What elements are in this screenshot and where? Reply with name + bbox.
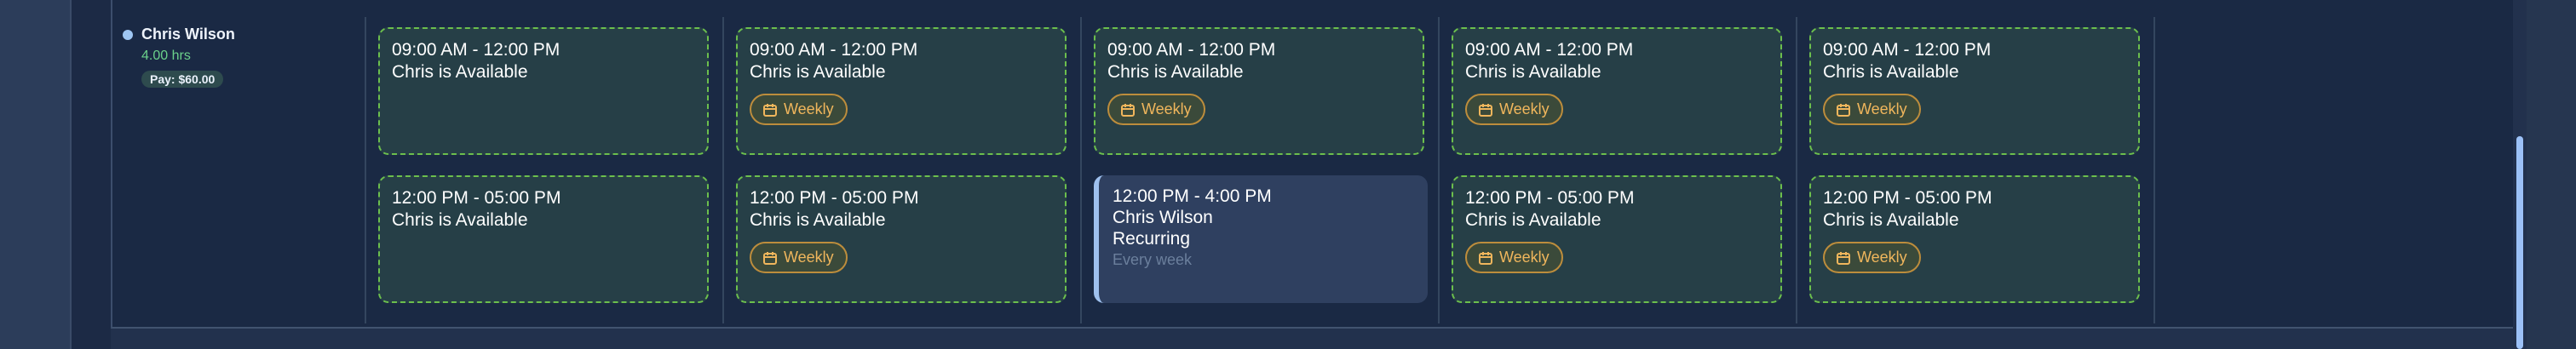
weekly-badge-label: Weekly [1857, 249, 1907, 266]
weekly-badge-label: Weekly [784, 249, 834, 266]
weekly-badge: Weekly [1107, 94, 1205, 125]
calendar-icon [1121, 103, 1135, 117]
staff-info: Chris Wilson 4.00 hrs Pay: $60.00 [123, 26, 353, 88]
availability-card[interactable]: 12:00 PM - 05:00 PM Chris is Available W… [1809, 175, 2140, 303]
column-divider [2153, 17, 2155, 323]
scrollbar-thumb[interactable] [2516, 136, 2523, 349]
availability-label: Chris is Available [1823, 210, 1959, 230]
availability-label: Chris is Available [1823, 62, 1959, 82]
availability-time: 12:00 PM - 05:00 PM [750, 188, 919, 208]
shift-recurrence: Every week [1113, 251, 1193, 268]
weekly-badge: Weekly [750, 242, 848, 273]
right-edge [2527, 0, 2576, 349]
weekly-badge-label: Weekly [1141, 100, 1192, 117]
weekly-badge-label: Weekly [1499, 100, 1550, 117]
calendar-icon [763, 251, 777, 265]
weekly-badge: Weekly [1823, 94, 1921, 125]
availability-card[interactable]: 09:00 AM - 12:00 PM Chris is Available [378, 27, 709, 155]
column-divider [365, 17, 366, 323]
availability-label: Chris is Available [392, 62, 528, 82]
column-divider [1796, 17, 1797, 323]
column-divider [1080, 17, 1082, 323]
schedule-app: Chris Wilson 4.00 hrs Pay: $60.00 09:00 … [0, 0, 2576, 349]
weekly-badge: Weekly [1823, 242, 1921, 273]
weekly-badge: Weekly [750, 94, 848, 125]
calendar-icon [763, 103, 777, 117]
availability-time: 12:00 PM - 05:00 PM [1465, 188, 1635, 208]
staff-hours: 4.00 hrs [141, 49, 191, 63]
availability-label: Chris is Available [750, 62, 886, 82]
weekly-badge-label: Weekly [1499, 249, 1550, 266]
availability-time: 09:00 AM - 12:00 PM [1823, 40, 1992, 60]
availability-time: 12:00 PM - 05:00 PM [392, 188, 561, 208]
staff-pay-badge: Pay: $60.00 [141, 71, 224, 88]
availability-card[interactable]: 12:00 PM - 05:00 PM Chris is Available W… [736, 175, 1067, 303]
availability-card[interactable]: 12:00 PM - 05:00 PM Chris is Available [378, 175, 709, 303]
availability-label: Chris is Available [1107, 62, 1244, 82]
staff-status-dot [123, 29, 133, 40]
calendar-icon [1837, 251, 1850, 265]
weekly-badge-label: Weekly [1857, 100, 1907, 117]
calendar-icon [1479, 103, 1492, 117]
shift-staff: Chris Wilson [1113, 208, 1213, 227]
availability-card[interactable]: 09:00 AM - 12:00 PM Chris is Available W… [1452, 27, 1782, 155]
left-rail [0, 0, 72, 349]
availability-label: Chris is Available [1465, 210, 1601, 230]
availability-card[interactable]: 09:00 AM - 12:00 PM Chris is Available W… [1809, 27, 2140, 155]
shift-card[interactable]: 12:00 PM - 4:00 PM Chris Wilson Recurrin… [1094, 175, 1428, 303]
availability-label: Chris is Available [750, 210, 886, 230]
availability-time: 12:00 PM - 05:00 PM [1823, 188, 1992, 208]
availability-time: 09:00 AM - 12:00 PM [1465, 40, 1634, 60]
panel-bottom-strip [111, 329, 2521, 349]
calendar-icon [1837, 103, 1850, 117]
shift-type: Recurring [1113, 229, 1191, 249]
staff-name: Chris Wilson [141, 26, 235, 43]
weekly-badge-label: Weekly [784, 100, 834, 117]
availability-card[interactable]: 09:00 AM - 12:00 PM Chris is Available W… [1094, 27, 1424, 155]
column-divider [722, 17, 724, 323]
availability-label: Chris is Available [1465, 62, 1601, 82]
column-divider [1438, 17, 1440, 323]
availability-time: 09:00 AM - 12:00 PM [750, 40, 918, 60]
shift-time: 12:00 PM - 4:00 PM [1113, 186, 1272, 206]
availability-card[interactable]: 12:00 PM - 05:00 PM Chris is Available W… [1452, 175, 1782, 303]
availability-time: 09:00 AM - 12:00 PM [392, 40, 561, 60]
weekly-badge: Weekly [1465, 242, 1563, 273]
availability-card[interactable]: 09:00 AM - 12:00 PM Chris is Available W… [736, 27, 1067, 155]
weekly-badge: Weekly [1465, 94, 1563, 125]
availability-time: 09:00 AM - 12:00 PM [1107, 40, 1276, 60]
calendar-icon [1479, 251, 1492, 265]
availability-label: Chris is Available [392, 210, 528, 230]
